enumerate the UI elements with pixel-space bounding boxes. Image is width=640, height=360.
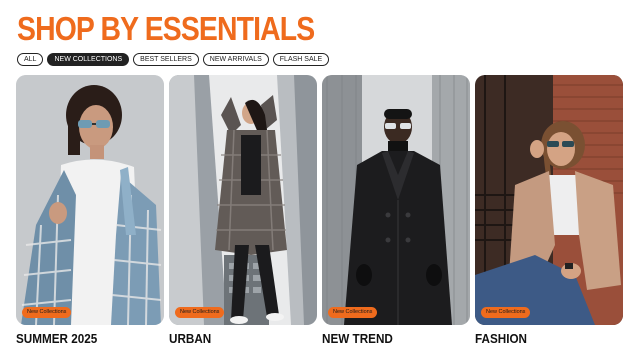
new-collections-badge: New Collections (328, 307, 378, 318)
card-photo[interactable]: New Collections (322, 75, 470, 325)
card-photo[interactable]: New Collections (16, 75, 164, 325)
filter-chip-all[interactable]: ALL (17, 53, 44, 66)
man-black-coat-photo (322, 75, 470, 325)
card-fashion[interactable]: New Collections FASHION (475, 75, 623, 346)
filter-chips: ALL NEW COLLECTIONS BEST SELLERS NEW ARR… (17, 53, 330, 66)
filter-chip-flash-sale[interactable]: FLASH SALE (272, 53, 330, 66)
card-photo[interactable]: New Collections (475, 75, 623, 325)
card-label: URBAN (169, 331, 212, 346)
woman-plaid-coat-street-photo (169, 75, 317, 325)
new-collections-badge: New Collections (175, 307, 225, 318)
woman-beige-blazer-brick-wall-photo (475, 75, 623, 325)
new-collections-badge: New Collections (481, 307, 531, 318)
product-cards: New Collections SUMMER 2025 New Collecti… (16, 75, 623, 346)
woman-plaid-shirt-sunglasses-photo (16, 75, 164, 325)
card-summer-2025[interactable]: New Collections SUMMER 2025 (16, 75, 164, 346)
filter-chip-best-sellers[interactable]: BEST SELLERS (133, 53, 199, 66)
card-label: NEW TREND (322, 331, 393, 346)
card-label: SUMMER 2025 (16, 331, 98, 346)
card-photo[interactable]: New Collections (169, 75, 317, 325)
filter-chip-new-collections[interactable]: NEW COLLECTIONS (47, 53, 130, 66)
new-collections-badge: New Collections (22, 307, 72, 318)
filter-chip-new-arrivals[interactable]: NEW ARRIVALS (202, 53, 269, 66)
page-title: SHOP BY ESSENTIALS (17, 10, 315, 47)
card-new-trend[interactable]: New Collections NEW TREND (322, 75, 470, 346)
card-label: FASHION (475, 331, 528, 346)
card-urban[interactable]: New Collections URBAN (169, 75, 317, 346)
